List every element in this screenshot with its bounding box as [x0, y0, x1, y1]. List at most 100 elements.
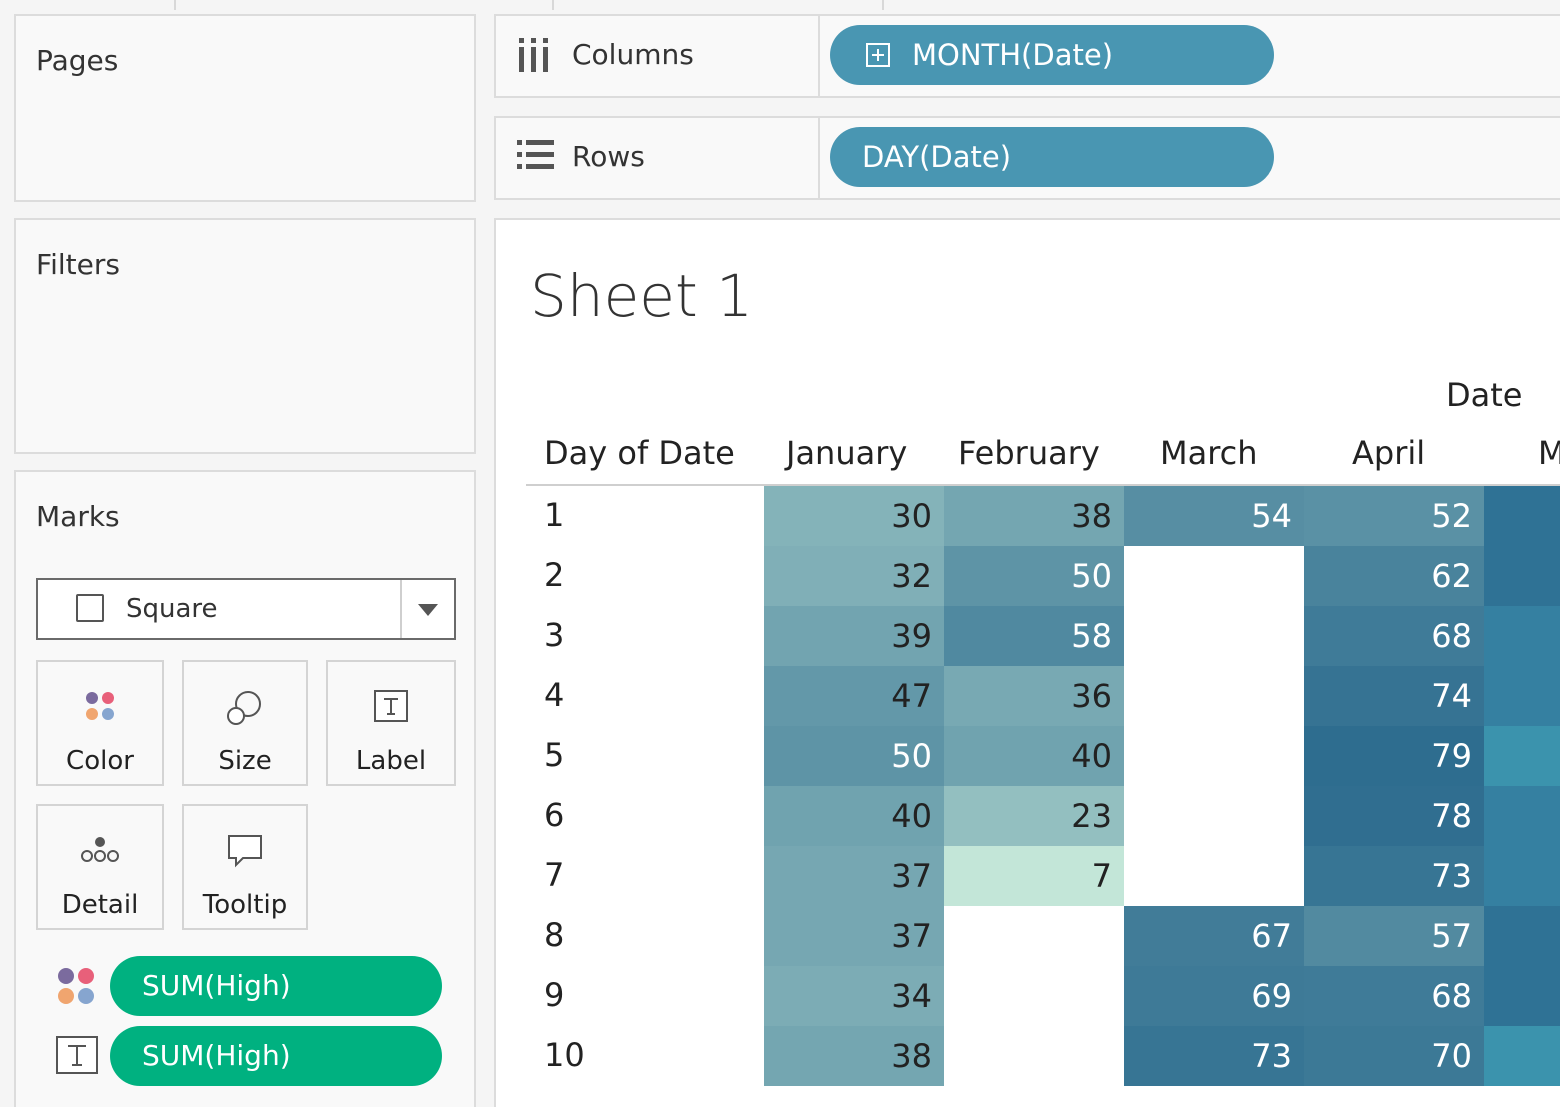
text-label-icon — [56, 1036, 98, 1074]
heatmap-cell[interactable]: 73 — [1124, 1026, 1304, 1086]
mark-type-dropdown[interactable]: Square — [36, 578, 456, 640]
marks-field-row: SUM(High) — [36, 956, 456, 1016]
row-label-day: 5 — [544, 736, 565, 774]
heatmap-cell[interactable]: 74 — [1304, 666, 1484, 726]
strip-divider — [174, 0, 176, 10]
month-header-january: January — [786, 434, 908, 472]
heatmap-cell[interactable]: 54 — [1124, 486, 1304, 546]
label-label: Label — [355, 746, 427, 776]
heatmap-cell[interactable]: 7 — [944, 846, 1124, 906]
heatmap-cell[interactable]: 68 — [1304, 606, 1484, 666]
heatmap-cell-partial — [1484, 786, 1560, 846]
heatmap-cell-partial — [1484, 486, 1560, 546]
month-header-march: March — [1160, 434, 1258, 472]
heatmap-cell[interactable]: 78 — [1304, 786, 1484, 846]
row-label-day: 7 — [544, 856, 565, 894]
heatmap-cell[interactable]: 36 — [944, 666, 1124, 726]
heatmap-cell[interactable]: 52 — [1304, 486, 1484, 546]
heatmap-cell[interactable]: 23 — [944, 786, 1124, 846]
tooltip-button[interactable]: Tooltip — [182, 804, 308, 930]
marks-card: Marks Square Color Size Label Detail Too… — [14, 470, 476, 1107]
row-label-day: 1 — [544, 496, 565, 534]
detail-label: Detail — [61, 890, 139, 920]
heatmap-cell[interactable]: 47 — [764, 666, 944, 726]
color-icon — [58, 968, 94, 1004]
heatmap-cell[interactable]: 40 — [944, 726, 1124, 786]
rows-shelf-label: Rows — [496, 118, 820, 198]
tooltip-label: Tooltip — [202, 890, 288, 920]
heatmap-cell-partial — [1484, 1026, 1560, 1086]
month-date-pill-label: MONTH(Date) — [912, 38, 1114, 72]
row-label-day: 3 — [544, 616, 565, 654]
row-label-day: 9 — [544, 976, 565, 1014]
row-label-day: 2 — [544, 556, 565, 594]
heatmap-cell-partial — [1484, 666, 1560, 726]
heatmap-cell[interactable]: 38 — [764, 1026, 944, 1086]
pages-card[interactable]: Pages — [14, 14, 476, 202]
heatmap-cell[interactable]: 32 — [764, 546, 944, 606]
color-icon — [86, 692, 114, 720]
heatmap-cell[interactable]: 67 — [1124, 906, 1304, 966]
detail-button[interactable]: Detail — [36, 804, 164, 930]
rows-icon — [517, 140, 554, 169]
top-strip — [0, 0, 1560, 10]
heatmap-cell[interactable]: 34 — [764, 966, 944, 1026]
month-header-may: M — [1538, 434, 1560, 472]
sheet-title: Sheet 1 — [530, 262, 754, 330]
month-date-pill[interactable]: MONTH(Date) — [830, 25, 1274, 85]
heatmap-cell[interactable]: 70 — [1304, 1026, 1484, 1086]
heatmap-cell[interactable]: 50 — [944, 546, 1124, 606]
size-button[interactable]: Size — [182, 660, 308, 786]
marks-field-row: SUM(High) — [36, 1026, 456, 1086]
color-button[interactable]: Color — [36, 660, 164, 786]
marks-title: Marks — [36, 500, 120, 533]
filters-card[interactable]: Filters — [14, 218, 476, 454]
text-label-icon — [374, 690, 408, 722]
heatmap-cell-partial — [1484, 546, 1560, 606]
heatmap-cell-partial — [1484, 606, 1560, 666]
size-icon — [227, 691, 261, 725]
heatmap-cell[interactable]: 69 — [1124, 966, 1304, 1026]
strip-divider — [882, 0, 884, 10]
heatmap-cell[interactable]: 57 — [1304, 906, 1484, 966]
rows-shelf[interactable]: Rows DAY(Date) — [494, 116, 1560, 200]
heatmap-cell[interactable]: 62 — [1304, 546, 1484, 606]
heatmap-cell[interactable]: 30 — [764, 486, 944, 546]
heatmap-cell[interactable]: 50 — [764, 726, 944, 786]
row-label-day: 10 — [544, 1036, 585, 1074]
expand-plus-icon[interactable] — [866, 43, 890, 67]
heatmap-cell[interactable]: 37 — [764, 846, 944, 906]
sum-high-label-pill[interactable]: SUM(High) — [110, 1026, 442, 1086]
heatmap-cell[interactable]: 58 — [944, 606, 1124, 666]
row-field-header: Day of Date — [544, 434, 735, 472]
columns-label: Columns — [572, 38, 694, 71]
sum-high-color-pill[interactable]: SUM(High) — [110, 956, 442, 1016]
heatmap-cell[interactable]: 37 — [764, 906, 944, 966]
worksheet-view[interactable]: Sheet 1 Date Day of Date January Februar… — [494, 218, 1560, 1107]
row-label-day: 4 — [544, 676, 565, 714]
rows-label: Rows — [572, 140, 645, 173]
heatmap-cell[interactable]: 40 — [764, 786, 944, 846]
label-button[interactable]: Label — [326, 660, 456, 786]
dropdown-divider — [400, 580, 402, 638]
month-header-february: February — [958, 434, 1100, 472]
month-header-april: April — [1352, 434, 1426, 472]
heatmap-cell[interactable]: 39 — [764, 606, 944, 666]
heatmap-cell[interactable]: 79 — [1304, 726, 1484, 786]
heatmap-cell-partial — [1484, 966, 1560, 1026]
columns-icon — [519, 38, 548, 72]
row-label-day: 8 — [544, 916, 565, 954]
columns-shelf[interactable]: Columns MONTH(Date) — [494, 14, 1560, 98]
row-label-day: 6 — [544, 796, 565, 834]
mark-type-label: Square — [126, 594, 218, 624]
heatmap-cell[interactable]: 38 — [944, 486, 1124, 546]
heatmap-cell-partial — [1484, 846, 1560, 906]
strip-divider — [552, 0, 554, 10]
heatmap-cell-partial — [1484, 726, 1560, 786]
chevron-down-icon[interactable] — [418, 604, 438, 616]
column-group-header: Date — [1446, 376, 1523, 414]
heatmap-cell[interactable]: 73 — [1304, 846, 1484, 906]
size-label: Size — [218, 746, 272, 776]
day-date-pill[interactable]: DAY(Date) — [830, 127, 1274, 187]
heatmap-cell[interactable]: 68 — [1304, 966, 1484, 1026]
